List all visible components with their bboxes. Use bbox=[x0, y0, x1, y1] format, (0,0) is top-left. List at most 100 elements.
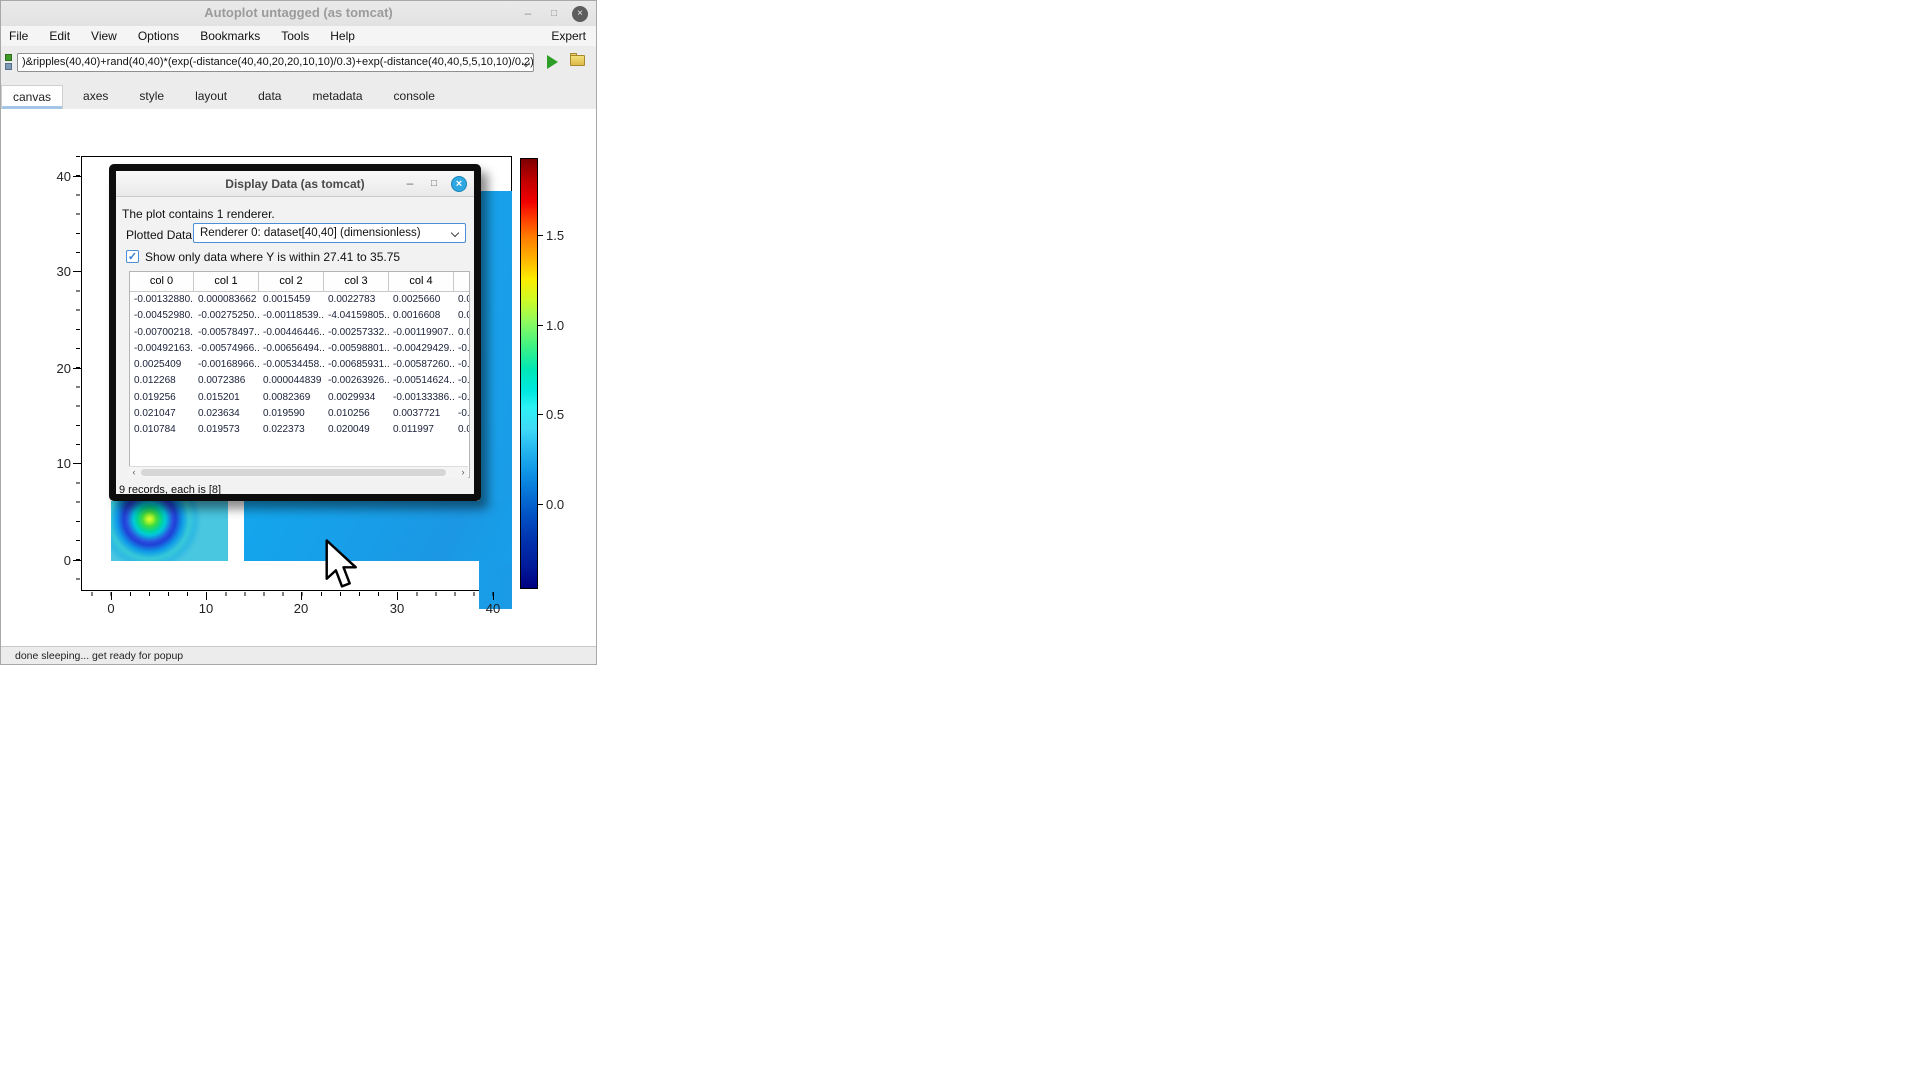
table-cell: 0.00 bbox=[454, 325, 469, 341]
table-cell: 0.010784 bbox=[130, 422, 194, 438]
status-message: done sleeping... get ready for popup bbox=[15, 650, 183, 662]
dialog-title: Display Data (as tomcat) bbox=[116, 177, 474, 191]
chevron-down-icon bbox=[451, 229, 459, 237]
y-tick-40: 40 bbox=[41, 169, 71, 184]
column-header[interactable]: col 3 bbox=[324, 272, 389, 291]
minimize-icon[interactable]: – bbox=[520, 6, 536, 22]
column-header[interactable] bbox=[454, 272, 469, 291]
maximize-icon[interactable]: □ bbox=[546, 6, 562, 22]
table-cell: 0.00 bbox=[454, 308, 469, 324]
x-tick-10: 10 bbox=[186, 601, 226, 616]
x-tick-20: 20 bbox=[281, 601, 321, 616]
table-row[interactable]: -0.00452980...-0.00275250...-0.00118539.… bbox=[130, 308, 469, 324]
menu-tools[interactable]: Tools bbox=[281, 29, 309, 43]
table-cell: -0.00578497... bbox=[194, 325, 259, 341]
menu-options[interactable]: Options bbox=[138, 29, 179, 43]
colorbar-tick-1-5: 1.5 bbox=[546, 228, 564, 243]
dialog-maximize-icon[interactable]: □ bbox=[426, 176, 442, 192]
table-cell: 0.000044839 bbox=[259, 373, 324, 389]
table-cell: 0.023634 bbox=[194, 406, 259, 422]
table-cell: 0.020049 bbox=[324, 422, 389, 438]
menu-view[interactable]: View bbox=[91, 29, 117, 43]
table-cell: -0.00587260... bbox=[389, 357, 454, 373]
tab-metadata[interactable]: metadata bbox=[301, 85, 373, 109]
window-titlebar[interactable]: Autoplot untagged (as tomcat) – □ × bbox=[1, 1, 596, 26]
dialog-close-icon[interactable]: × bbox=[451, 176, 467, 192]
table-row[interactable]: 0.0025409-0.00168966...-0.00534458...-0.… bbox=[130, 357, 469, 373]
colorbar-tick-0-0: 0.0 bbox=[546, 497, 564, 512]
colorbar-tick-1-0: 1.0 bbox=[546, 318, 564, 333]
close-icon[interactable]: × bbox=[572, 6, 588, 22]
expert-mode-label[interactable]: Expert bbox=[551, 29, 586, 43]
dialog-minimize-icon[interactable]: – bbox=[402, 176, 418, 192]
table-cell: -0.0 bbox=[454, 357, 469, 373]
tab-style[interactable]: style bbox=[128, 85, 175, 109]
table-row[interactable]: -0.00132880...0.0000836620.00154590.0022… bbox=[130, 292, 469, 308]
table-row[interactable]: -0.00492163...-0.00574966...-0.00656494.… bbox=[130, 341, 469, 357]
table-cell: -0.00700218... bbox=[130, 325, 194, 341]
plotted-data-value: Renderer 0: dataset[40,40] (dimensionles… bbox=[200, 227, 421, 239]
records-count-text: 9 records, each is [8] bbox=[119, 484, 221, 496]
table-cell: 0.022373 bbox=[259, 422, 324, 438]
column-header[interactable]: col 2 bbox=[259, 272, 324, 291]
table-cell: 0.00 bbox=[454, 422, 469, 438]
table-row[interactable]: 0.0107840.0195730.0223730.0200490.011997… bbox=[130, 422, 469, 438]
menu-edit[interactable]: Edit bbox=[49, 29, 70, 43]
table-cell: 0.019590 bbox=[259, 406, 324, 422]
dialog-titlebar[interactable]: Display Data (as tomcat) – □ × bbox=[116, 171, 474, 197]
plotted-data-select[interactable]: Renderer 0: dataset[40,40] (dimensionles… bbox=[193, 223, 466, 243]
table-row[interactable]: 0.0210470.0236340.0195900.0102560.003772… bbox=[130, 406, 469, 422]
filter-checkbox[interactable]: ✓ bbox=[126, 250, 139, 263]
table-cell: -0.00656494... bbox=[259, 341, 324, 357]
table-cell: -0.0 bbox=[454, 390, 469, 406]
table-cell: -0.00133386... bbox=[389, 390, 454, 406]
column-header[interactable]: col 4 bbox=[389, 272, 454, 291]
table-cell: -0.00132880... bbox=[130, 292, 194, 308]
scroll-left-icon[interactable]: ‹ bbox=[129, 467, 139, 478]
filter-label: Show only data where Y is within 27.41 t… bbox=[145, 250, 400, 264]
tab-layout[interactable]: layout bbox=[184, 85, 238, 109]
menu-bar: File Edit View Options Bookmarks Tools H… bbox=[1, 26, 596, 46]
table-cell: 0.012268 bbox=[130, 373, 194, 389]
table-row[interactable]: 0.0192560.0152010.00823690.0029934-0.001… bbox=[130, 390, 469, 406]
table-cell: 0.0016608 bbox=[389, 308, 454, 324]
y-tick-30: 30 bbox=[41, 264, 71, 279]
window-title: Autoplot untagged (as tomcat) bbox=[1, 5, 596, 20]
menu-bookmarks[interactable]: Bookmarks bbox=[200, 29, 260, 43]
scrollbar-thumb[interactable] bbox=[141, 469, 446, 476]
colorbar[interactable] bbox=[520, 158, 538, 589]
x-axis-minor-ticks bbox=[82, 592, 512, 596]
plot-canvas[interactable]: 40 30 20 10 0 0 10 20 30 40 bbox=[1, 109, 596, 648]
tab-canvas[interactable]: canvas bbox=[1, 85, 63, 109]
table-cell: -0.00119907... bbox=[389, 325, 454, 341]
menu-file[interactable]: File bbox=[9, 29, 28, 43]
tab-data[interactable]: data bbox=[247, 85, 292, 109]
y-tick-0: 0 bbox=[41, 553, 71, 568]
y-tick-10: 10 bbox=[41, 456, 71, 471]
table-cell: 0.019256 bbox=[130, 390, 194, 406]
table-cell: -0.00168966... bbox=[194, 357, 259, 373]
data-table[interactable]: col 0col 1col 2col 3col 4-0.00132880...0… bbox=[129, 271, 470, 478]
table-row[interactable]: 0.0122680.00723860.000044839-0.00263926.… bbox=[130, 373, 469, 389]
table-cell: -0.00257332... bbox=[324, 325, 389, 341]
heatmap-ripple-tile bbox=[111, 501, 228, 561]
tab-axes[interactable]: axes bbox=[72, 85, 119, 109]
table-cell: -4.04159805... bbox=[324, 308, 389, 324]
column-header[interactable]: col 1 bbox=[194, 272, 259, 291]
pngwalk-button[interactable] bbox=[569, 52, 587, 70]
table-cell: 0.0015459 bbox=[259, 292, 324, 308]
display-data-dialog: Display Data (as tomcat) – □ × The plot … bbox=[109, 164, 481, 501]
scroll-right-icon[interactable]: › bbox=[458, 467, 468, 478]
autoplot-window: Autoplot untagged (as tomcat) – □ × File… bbox=[0, 0, 597, 665]
table-cell: -0.00492163... bbox=[130, 341, 194, 357]
column-header[interactable]: col 0 bbox=[130, 272, 194, 291]
tab-console[interactable]: console bbox=[383, 85, 446, 109]
table-hscrollbar[interactable]: ‹ › bbox=[129, 466, 468, 478]
menu-help[interactable]: Help bbox=[330, 29, 355, 43]
uri-input[interactable]: )&ripples(40,40)+rand(40,40)*(exp(-dista… bbox=[17, 53, 534, 72]
tab-bar: canvas axes style layout data metadata c… bbox=[1, 84, 596, 109]
go-button[interactable] bbox=[542, 51, 563, 73]
x-tick-30: 30 bbox=[377, 601, 417, 616]
table-row[interactable]: -0.00700218...-0.00578497...-0.00446446.… bbox=[130, 325, 469, 341]
play-icon bbox=[547, 55, 558, 69]
